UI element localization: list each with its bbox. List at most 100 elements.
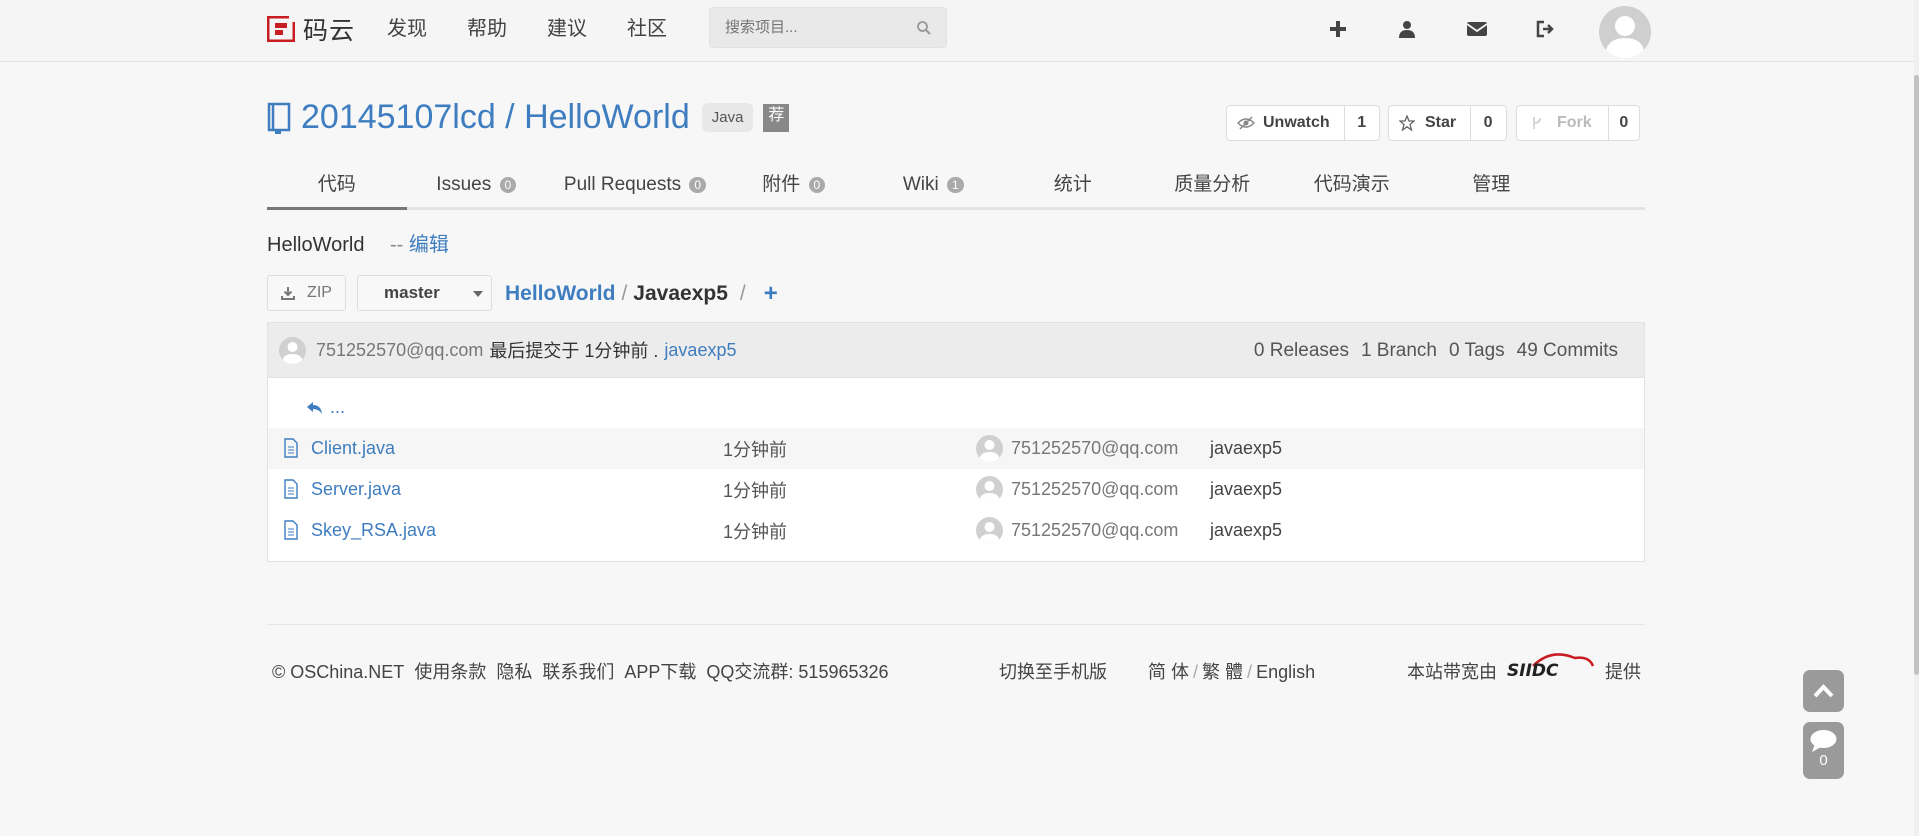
- lang-english[interactable]: English: [1256, 662, 1315, 682]
- lang-simplified[interactable]: 简 体: [1148, 662, 1189, 682]
- file-author[interactable]: 751252570@qq.com: [1011, 520, 1178, 541]
- parent-directory-link[interactable]: ...: [306, 397, 345, 418]
- top-navbar: 码云 发现 帮助 建议 社区: [0, 0, 1914, 62]
- avatar[interactable]: [1599, 6, 1651, 58]
- sponsor-logo[interactable]: SIIDC: [1505, 652, 1597, 682]
- language-switcher: 简 体 / 繁 體 / English: [1148, 662, 1316, 682]
- star-count[interactable]: 0: [1471, 106, 1505, 140]
- unwatch-button[interactable]: Unwatch: [1227, 106, 1345, 140]
- branch-select[interactable]: master: [357, 275, 492, 311]
- nav-suggest[interactable]: 建议: [547, 14, 587, 44]
- table-row: Skey_RSA.java 1分钟前 751252570@qq.com java…: [268, 510, 1644, 551]
- tab-manage[interactable]: 管理: [1422, 170, 1562, 207]
- avatar-placeholder-icon: [979, 522, 1000, 544]
- eye-slash-icon: [1237, 116, 1255, 130]
- file-name-link[interactable]: Skey_RSA.java: [311, 520, 436, 541]
- lang-traditional[interactable]: 繁 體: [1202, 662, 1243, 682]
- tab-demo[interactable]: 代码演示: [1282, 170, 1422, 207]
- avatar[interactable]: [976, 476, 1003, 503]
- tab-quality[interactable]: 质量分析: [1143, 170, 1283, 207]
- tab-quality-label: 质量分析: [1174, 174, 1251, 195]
- breadcrumb-root[interactable]: HelloWorld: [505, 282, 615, 306]
- footer-divider: [267, 624, 1645, 625]
- tab-issues[interactable]: Issues 0: [407, 170, 547, 207]
- main-nav: 发现 帮助 建议 社区: [387, 14, 707, 44]
- repo-tabs: 代码 Issues 0 Pull Requests 0 附件 0 Wiki 1 …: [267, 170, 1645, 210]
- edit-description-link[interactable]: 编辑: [409, 234, 449, 256]
- releases-link[interactable]: 0 Releases: [1254, 340, 1349, 361]
- fork-count[interactable]: 0: [1609, 106, 1639, 140]
- commits-link[interactable]: 49 Commits: [1517, 340, 1618, 361]
- file-commit-message[interactable]: javaexp5: [1210, 438, 1282, 459]
- nav-community[interactable]: 社区: [627, 14, 667, 44]
- avatar-placeholder-icon: [979, 481, 1000, 503]
- chevron-down-icon: [473, 291, 483, 297]
- search-icon[interactable]: [916, 20, 932, 36]
- back-to-top-button[interactable]: [1803, 670, 1844, 712]
- breadcrumb-separator: /: [621, 282, 628, 305]
- tab-manage-label: 管理: [1472, 174, 1511, 195]
- commit-author[interactable]: 751252570@qq.com: [316, 340, 483, 361]
- file-commit-message[interactable]: javaexp5: [1210, 520, 1282, 541]
- file-name-link[interactable]: Client.java: [311, 438, 395, 459]
- table-row: Client.java 1分钟前 751252570@qq.com javaex…: [268, 428, 1644, 469]
- mobile-version-link[interactable]: 切换至手机版: [999, 658, 1107, 684]
- latest-commit-bar: 751252570@qq.com 最后提交于 1分钟前 . javaexp5 0…: [268, 323, 1644, 378]
- fork-icon: [1533, 117, 1541, 129]
- sign-out-icon[interactable]: [1536, 20, 1556, 38]
- tab-code[interactable]: 代码: [267, 170, 407, 210]
- star-button[interactable]: Star: [1389, 106, 1472, 140]
- file-icon: [284, 438, 298, 458]
- nav-discover[interactable]: 发现: [387, 14, 427, 44]
- terms-link[interactable]: 使用条款: [414, 662, 486, 682]
- avatar[interactable]: [976, 435, 1003, 462]
- app-download-link[interactable]: APP下载: [624, 662, 696, 682]
- logo-icon: [267, 16, 295, 42]
- tab-issues-count: 0: [499, 176, 517, 193]
- tags-link[interactable]: 0 Tags: [1449, 340, 1505, 361]
- file-author[interactable]: 751252570@qq.com: [1011, 479, 1178, 500]
- fork-label: Fork: [1557, 114, 1592, 131]
- tab-wiki-count: 1: [946, 176, 964, 193]
- tab-pull-requests[interactable]: Pull Requests 0: [546, 170, 724, 207]
- fork-button-group: Fork 0: [1516, 105, 1640, 141]
- privacy-link[interactable]: 隐私: [496, 662, 532, 682]
- avatar[interactable]: [279, 336, 306, 364]
- zip-label: ZIP: [307, 284, 332, 301]
- repo-stats: 0 Releases 1 Branch 0 Tags 49 Commits: [1254, 340, 1618, 362]
- scrollbar[interactable]: [1914, 0, 1919, 836]
- logo[interactable]: 码云: [267, 14, 355, 45]
- file-commit-message[interactable]: javaexp5: [1210, 479, 1282, 500]
- star-button-group: Star 0: [1388, 105, 1507, 141]
- tab-wiki[interactable]: Wiki 1: [864, 170, 1004, 207]
- reply-icon: [307, 401, 322, 414]
- tab-pull-requests-count: 0: [689, 176, 707, 193]
- bandwidth-suffix: 提供: [1605, 662, 1641, 682]
- add-file-button[interactable]: +: [764, 280, 778, 308]
- scrollbar-thumb[interactable]: [1914, 75, 1919, 675]
- commit-message-link[interactable]: javaexp5: [664, 340, 736, 361]
- avatar[interactable]: [976, 517, 1003, 544]
- tab-demo-label: 代码演示: [1313, 174, 1390, 195]
- branches-link[interactable]: 1 Branch: [1361, 340, 1437, 361]
- tab-stats[interactable]: 统计: [1003, 170, 1143, 207]
- language-badge[interactable]: Java: [701, 103, 754, 132]
- edit-prefix: --: [390, 234, 409, 256]
- user-icon[interactable]: [1398, 20, 1416, 38]
- repo-name-link[interactable]: 20145107lcd / HelloWorld: [301, 98, 690, 137]
- watch-count[interactable]: 1: [1345, 106, 1379, 140]
- comment-float-button[interactable]: 0: [1803, 722, 1844, 779]
- qq-group: QQ交流群: 515965326: [706, 662, 889, 682]
- fork-button[interactable]: Fork: [1517, 106, 1609, 140]
- breadcrumb: HelloWorld / Javaexp5 / +: [505, 280, 778, 308]
- nav-help[interactable]: 帮助: [467, 14, 507, 44]
- tab-attachments[interactable]: 附件 0: [724, 170, 864, 207]
- search-input[interactable]: [710, 8, 900, 47]
- download-zip-button[interactable]: ZIP: [267, 275, 346, 311]
- repo-header: 20145107lcd / HelloWorld Java 荐: [267, 98, 790, 137]
- plus-icon[interactable]: [1329, 20, 1347, 38]
- file-author[interactable]: 751252570@qq.com: [1011, 438, 1178, 459]
- contact-link[interactable]: 联系我们: [542, 662, 614, 682]
- envelope-icon[interactable]: [1466, 20, 1488, 38]
- file-name-link[interactable]: Server.java: [311, 479, 401, 500]
